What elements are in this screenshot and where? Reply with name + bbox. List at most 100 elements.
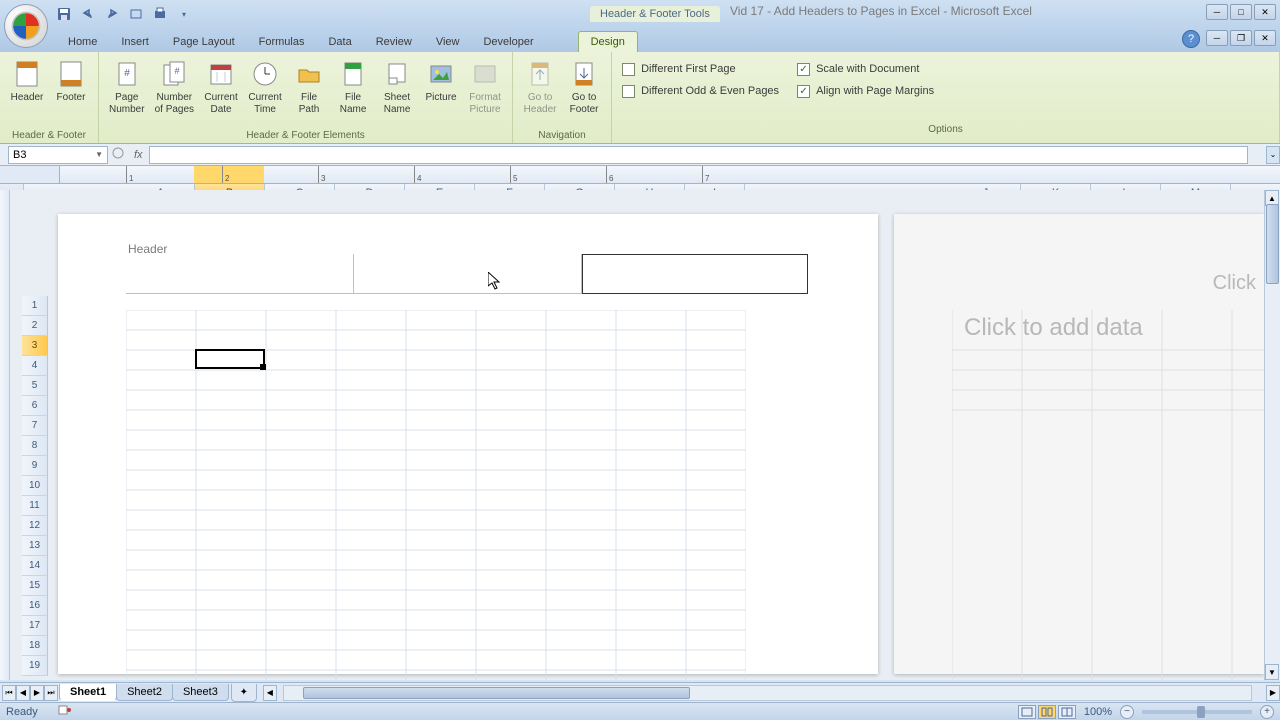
ruler-tick: 5	[510, 166, 517, 183]
horizontal-scrollbar[interactable]	[283, 685, 1252, 701]
tab-insert[interactable]: Insert	[109, 32, 161, 52]
print-preview-icon[interactable]	[150, 4, 170, 24]
active-cell[interactable]	[195, 349, 265, 369]
zoom-in-button[interactable]: +	[1260, 705, 1274, 719]
number-of-pages-button[interactable]: #Number of Pages	[151, 56, 198, 128]
office-button[interactable]	[4, 4, 48, 48]
row-header-3[interactable]: 3	[22, 336, 48, 356]
picture-button[interactable]: Picture	[420, 56, 462, 128]
hscroll-right[interactable]: ▶	[1266, 685, 1280, 701]
hscroll-left[interactable]: ◀	[263, 685, 277, 701]
help-button[interactable]: ?	[1182, 30, 1200, 48]
ruler-tick: 3	[318, 166, 325, 183]
goto-footer-icon	[568, 58, 600, 90]
vertical-scrollbar[interactable]: ▲ ▼	[1264, 190, 1280, 680]
vertical-ruler[interactable]	[0, 190, 10, 680]
row-header-14[interactable]: 14	[22, 556, 48, 576]
doc-close-button[interactable]: ✕	[1254, 30, 1276, 46]
tab-view[interactable]: View	[424, 32, 472, 52]
macro-record-icon[interactable]	[58, 704, 72, 719]
tab-nav-last[interactable]: ⏭	[44, 685, 58, 701]
format-picture-button[interactable]: Format Picture	[464, 56, 506, 128]
undo-icon[interactable]	[78, 4, 98, 24]
fill-handle[interactable]	[260, 364, 266, 370]
goto-footer-button[interactable]: Go to Footer	[563, 56, 605, 128]
name-box[interactable]: B3▼	[8, 146, 108, 164]
number-of-pages-icon: #	[158, 58, 190, 90]
footer-button[interactable]: Footer	[50, 56, 92, 128]
page-number-button[interactable]: #Page Number	[105, 56, 149, 128]
fx-label[interactable]: fx	[134, 149, 143, 161]
tab-nav-next[interactable]: ▶	[30, 685, 44, 701]
row-header-4[interactable]: 4	[22, 356, 48, 376]
maximize-button[interactable]: □	[1230, 4, 1252, 20]
row-header-13[interactable]: 13	[22, 536, 48, 556]
file-name-button[interactable]: File Name	[332, 56, 374, 128]
goto-header-button[interactable]: Go to Header	[519, 56, 561, 128]
tab-nav-first[interactable]: ⏮	[2, 685, 16, 701]
row-header-11[interactable]: 11	[22, 496, 48, 516]
row-header-15[interactable]: 15	[22, 576, 48, 596]
scroll-down-button[interactable]: ▼	[1265, 664, 1279, 680]
tab-nav-prev[interactable]: ◀	[16, 685, 30, 701]
new-sheet-button[interactable]: ✦	[231, 684, 257, 702]
normal-view-button[interactable]	[1018, 705, 1036, 719]
scale-checkbox[interactable]: ✓	[797, 63, 810, 76]
row-header-6[interactable]: 6	[22, 396, 48, 416]
row-header-1[interactable]: 1	[22, 296, 48, 316]
horizontal-scroll-thumb[interactable]	[303, 687, 690, 699]
horizontal-ruler[interactable]: 1234567	[60, 166, 1280, 183]
redo-icon[interactable]	[102, 4, 122, 24]
row-header-5[interactable]: 5	[22, 376, 48, 396]
tab-data[interactable]: Data	[316, 32, 363, 52]
row-header-18[interactable]: 18	[22, 636, 48, 656]
tab-formulas[interactable]: Formulas	[247, 32, 317, 52]
tab-home[interactable]: Home	[56, 32, 109, 52]
diff-odd-even-checkbox[interactable]	[622, 85, 635, 98]
tab-page-layout[interactable]: Page Layout	[161, 32, 247, 52]
zoom-out-button[interactable]: −	[1120, 705, 1134, 719]
qat-icon[interactable]	[126, 4, 146, 24]
header-button[interactable]: Header	[6, 56, 48, 128]
formula-input[interactable]	[149, 146, 1248, 164]
zoom-slider[interactable]	[1142, 710, 1252, 714]
current-time-button[interactable]: Current Time	[244, 56, 286, 128]
qat-customize-icon[interactable]: ▾	[174, 4, 194, 24]
row-header-12[interactable]: 12	[22, 516, 48, 536]
row-header-7[interactable]: 7	[22, 416, 48, 436]
close-button[interactable]: ✕	[1254, 4, 1276, 20]
sheet-tab-2[interactable]: Sheet2	[116, 684, 173, 701]
row-header-2[interactable]: 2	[22, 316, 48, 336]
window-title: Vid 17 - Add Headers to Pages in Excel -…	[730, 4, 1032, 18]
page-layout-view-button[interactable]	[1038, 705, 1056, 719]
row-header-9[interactable]: 9	[22, 456, 48, 476]
header-right-section[interactable]	[582, 254, 808, 294]
zoom-level[interactable]: 100%	[1084, 706, 1112, 718]
page-break-view-button[interactable]	[1058, 705, 1076, 719]
group-header-footer: Header & Footer	[6, 128, 92, 143]
vertical-scroll-thumb[interactable]	[1266, 204, 1279, 284]
sheet-tab-3[interactable]: Sheet3	[172, 684, 229, 701]
tab-developer[interactable]: Developer	[471, 32, 545, 52]
zoom-thumb[interactable]	[1197, 706, 1205, 718]
sheet-tab-1[interactable]: Sheet1	[59, 684, 117, 701]
contextual-tab-label: Header & Footer Tools	[590, 6, 720, 22]
status-ready: Ready	[6, 706, 38, 718]
row-header-17[interactable]: 17	[22, 616, 48, 636]
sheet-name-button[interactable]: Sheet Name	[376, 56, 418, 128]
tab-design[interactable]: Design	[578, 31, 638, 52]
align-margins-checkbox[interactable]: ✓	[797, 85, 810, 98]
current-date-button[interactable]: Current Date	[200, 56, 242, 128]
row-header-19[interactable]: 19	[22, 656, 48, 676]
file-path-button[interactable]: File Path	[288, 56, 330, 128]
save-icon[interactable]	[54, 4, 74, 24]
row-header-16[interactable]: 16	[22, 596, 48, 616]
row-header-8[interactable]: 8	[22, 436, 48, 456]
tab-review[interactable]: Review	[364, 32, 424, 52]
row-header-10[interactable]: 10	[22, 476, 48, 496]
diff-first-checkbox[interactable]	[622, 63, 635, 76]
formula-bar-expand[interactable]: ⌄	[1266, 146, 1280, 164]
doc-restore-button[interactable]: ❐	[1230, 30, 1252, 46]
minimize-button[interactable]: ─	[1206, 4, 1228, 20]
doc-minimize-button[interactable]: ─	[1206, 30, 1228, 46]
